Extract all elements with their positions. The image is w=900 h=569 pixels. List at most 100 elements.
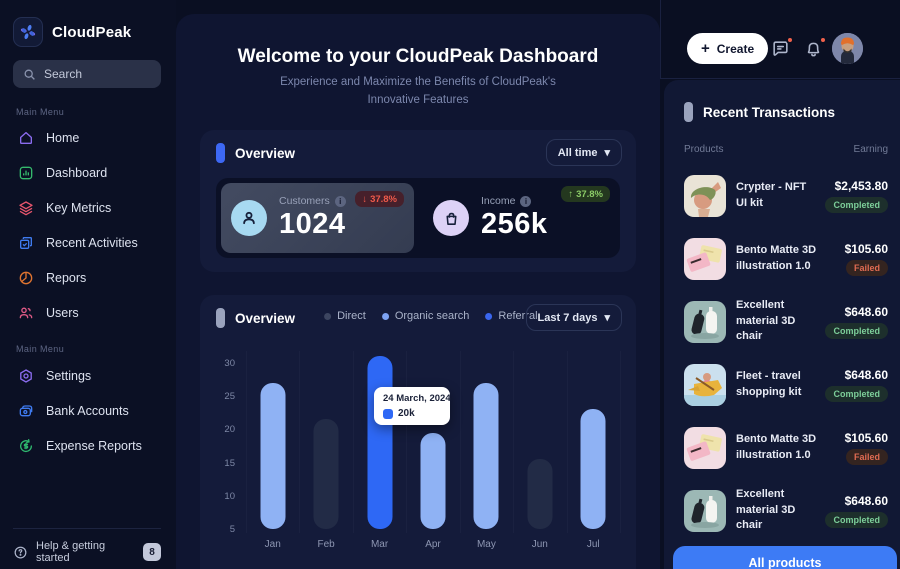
status-badge: Failed [846,449,888,465]
transaction-row[interactable]: Excellent material 3D chair $648.60Compl… [684,290,888,353]
bar-feb[interactable] [314,419,339,529]
bar-mar[interactable] [367,356,392,529]
sidebar-item-label: Bank Accounts [46,404,129,418]
brand[interactable]: CloudPeak [13,17,131,47]
sidebar-item-settings[interactable]: Settings [0,358,176,393]
chart-tooltip: 24 March, 2024 20k [374,387,450,425]
sidebar-item-label: Dashboard [46,166,107,180]
info-icon[interactable]: i [335,196,346,207]
transactions-title: Recent Transactions [703,105,835,120]
chart-legend: Direct Organic search Referral [324,310,537,322]
bar-apr[interactable] [420,433,445,529]
x-tick-label: Jun [513,539,566,550]
sidebar-item-home[interactable]: Home [0,120,176,155]
legend-dot [485,313,492,320]
bar-chart: 30 25 20 15 10 5 [216,351,620,557]
notifications-button[interactable] [804,39,824,59]
transaction-row[interactable]: Crypter - NFT UI kit $2,453.80Completed [684,164,888,227]
legend-label: Direct [337,310,366,322]
help-label: Help & getting started [36,540,135,564]
menu-section-label: Main Menu [0,344,80,354]
home-icon [18,130,34,146]
cloudpeak-dashboard: CloudPeak Search Main Menu Home Dashboar… [0,0,900,569]
column-products: Products [684,144,723,155]
sidebar-item-bank-accounts[interactable]: Bank Accounts [0,393,176,428]
sidebar-divider [13,528,161,529]
product-thumbnail-brand-cards [684,427,726,469]
sidebar-item-label: Recent Activities [46,236,138,250]
help-getting-started[interactable]: Help & getting started 8 [13,540,161,564]
transaction-row[interactable]: Bento Matte 3D illustration 1.0 $105.60F… [684,227,888,290]
tooltip-date: 24 March, 2024 [383,393,441,404]
sidebar-item-users[interactable]: Users [0,295,176,330]
product-title: Crypter - NFT UI kit [736,180,815,211]
transaction-row[interactable]: Bento Matte 3D illustration 1.0 $105.60F… [684,416,888,479]
bar-jun[interactable] [527,459,552,529]
product-amount: $648.60 [845,305,888,319]
sidebar-item-expense-reports[interactable]: Expense Reports [0,428,176,463]
transaction-row[interactable]: Fleet - travel shopping kit $648.60Compl… [684,353,888,416]
main-content: Welcome to your CloudPeak Dashboard Expe… [176,14,660,569]
pie-chart-icon [18,270,34,286]
stat-label: Income [481,195,515,207]
product-thumbnail-person-hat [684,175,726,217]
income-icon [433,200,469,236]
chevron-down-icon: ▾ [604,146,610,159]
delta-value: 37.8% [370,194,397,205]
notification-dot [819,36,827,44]
gridline [620,351,621,533]
sidebar-item-repors[interactable]: Repors [0,260,176,295]
search-input[interactable]: Search [13,60,161,88]
sidebar-item-key-metrics[interactable]: Key Metrics [0,190,176,225]
messages-button[interactable] [771,39,791,59]
income-value: 256k [481,208,548,241]
chevron-down-icon: ▾ [604,311,610,324]
create-button[interactable]: + Create [687,33,768,64]
card-title: Overview [235,146,295,161]
help-count-badge: 8 [143,543,161,561]
arrow-up-icon: ↑ [568,189,573,200]
card-accent-pill [684,102,693,122]
customers-value: 1024 [279,208,346,241]
last-7-days-select[interactable]: Last 7 days ▾ [526,304,622,331]
bar-jan[interactable] [260,383,285,529]
y-tick-label: 5 [230,524,235,535]
customers-stat-card[interactable]: Customersi 1024 ↓37.8% [221,183,414,253]
bar-may[interactable] [474,383,499,529]
income-delta-badge: ↑37.8% [561,186,610,202]
product-thumbnail-brand-cards [684,238,726,280]
product-amount: $105.60 [845,431,888,445]
legend-direct[interactable]: Direct [324,310,366,322]
x-tick-label: Jul [567,539,620,550]
card-title: Overview [235,311,295,326]
transaction-row[interactable]: Excellent material 3D chair $648.60Compl… [684,479,888,542]
search-placeholder: Search [44,67,82,81]
range-value: Last 7 days [538,312,598,324]
transactions-list: Crypter - NFT UI kit $2,453.80Completed … [684,164,888,542]
user-avatar[interactable] [832,33,863,64]
product-thumbnail-bottles [684,301,726,343]
range-value: All time [558,147,598,159]
product-thumbnail-bottles [684,490,726,532]
transactions-columns: Products Earning [684,144,888,155]
stat-label: Customers [279,195,330,207]
product-title: Excellent material 3D chair [736,298,815,344]
legend-organic-search[interactable]: Organic search [382,310,470,322]
column-earning: Earning [854,144,888,155]
legend-dot [324,313,331,320]
brand-name: CloudPeak [52,24,131,41]
all-products-button[interactable]: All products [673,546,897,569]
bar-jul[interactable] [581,409,606,529]
income-stat-card[interactable]: Incomei 256k ↑37.8% [419,178,620,258]
page-title: Welcome to your CloudPeak Dashboard [176,46,660,68]
layers-icon [18,200,34,216]
bank-card-icon [18,403,34,419]
sidebar-item-recent-activities[interactable]: Recent Activities [0,225,176,260]
sidebar: CloudPeak Search Main Menu Home Dashboar… [0,0,176,569]
sidebar-item-dashboard[interactable]: Dashboard [0,155,176,190]
product-title: Fleet - travel shopping kit [736,369,815,400]
info-icon[interactable]: i [520,196,531,207]
sidebar-item-label: Key Metrics [46,201,111,215]
recent-transactions-panel: Recent Transactions Products Earning Cry… [664,80,900,569]
all-time-select[interactable]: All time ▾ [546,139,622,166]
